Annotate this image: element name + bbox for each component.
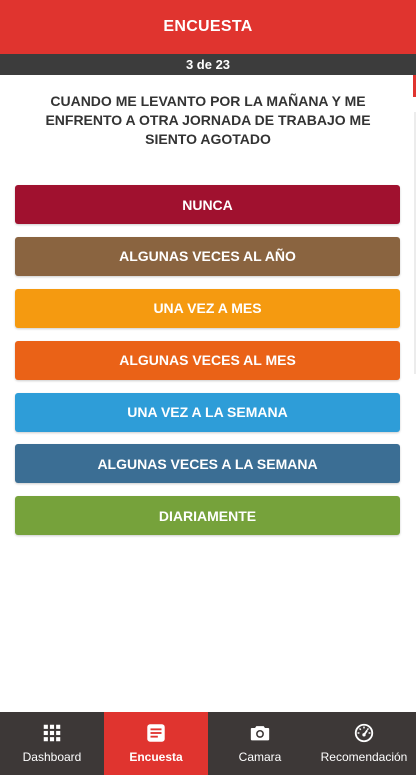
- bottom-navigation: Dashboard Encuesta Camara Recomendación: [0, 712, 416, 775]
- nav-label-camara: Camara: [238, 750, 282, 764]
- nav-item-recomendacion[interactable]: Recomendación: [312, 712, 416, 775]
- survey-question: CUANDO ME LEVANTO POR LA MAÑANA Y ME ENF…: [45, 93, 371, 147]
- nav-label-dashboard: Dashboard: [22, 750, 82, 764]
- grid-icon: [43, 724, 61, 742]
- option-label: NUNCA: [182, 196, 233, 213]
- option-label: ALGUNAS VECES AL AÑO: [119, 248, 296, 265]
- nav-item-camara[interactable]: Camara: [208, 712, 312, 775]
- app-header: ENCUESTA: [0, 0, 416, 54]
- option-una-vez-a-mes[interactable]: UNA VEZ A MES: [15, 288, 400, 328]
- option-algunas-veces-al-mes[interactable]: ALGUNAS VECES AL MES: [15, 340, 400, 380]
- nav-item-encuesta[interactable]: Encuesta: [104, 712, 208, 775]
- option-nunca[interactable]: NUNCA: [15, 185, 400, 224]
- option-algunas-veces-al-ano[interactable]: ALGUNAS VECES AL AÑO: [15, 236, 400, 276]
- survey-icon: [147, 724, 165, 742]
- nav-label-recomendacion: Recomendación: [320, 750, 408, 764]
- nav-item-dashboard[interactable]: Dashboard: [0, 712, 104, 775]
- progress-text: 3 de 23: [185, 57, 231, 72]
- option-una-vez-a-la-semana[interactable]: UNA VEZ A LA SEMANA: [15, 392, 400, 432]
- nav-label-encuesta: Encuesta: [129, 750, 183, 764]
- option-diariamente[interactable]: DIARIAMENTE: [15, 496, 400, 536]
- progress-indicator: 3 de 23: [0, 54, 416, 75]
- speedometer-icon: [354, 723, 374, 743]
- option-label: UNA VEZ A MES: [153, 300, 262, 317]
- camera-icon: [250, 726, 270, 741]
- option-label: DIARIAMENTE: [158, 507, 257, 524]
- option-label: UNA VEZ A LA SEMANA: [127, 404, 288, 421]
- page-title: ENCUESTA: [163, 18, 253, 35]
- option-label: ALGUNAS VECES AL MES: [119, 352, 296, 369]
- answer-options: NUNCA ALGUNAS VECES AL AÑO UNA VEZ A MES…: [15, 185, 400, 548]
- option-algunas-veces-a-la-semana[interactable]: ALGUNAS VECES A LA SEMANA: [15, 444, 400, 484]
- option-label: ALGUNAS VECES A LA SEMANA: [97, 455, 318, 472]
